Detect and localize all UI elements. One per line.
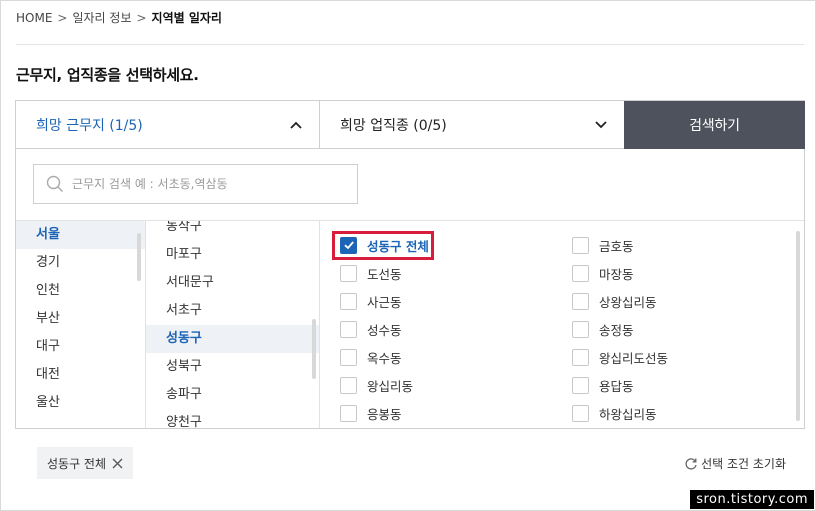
neighborhood-row: 사근동 상왕십리동 bbox=[340, 287, 780, 315]
checkbox[interactable] bbox=[340, 264, 357, 282]
neighborhood-label: 왕십리도선동 bbox=[599, 350, 669, 366]
checkbox[interactable] bbox=[340, 292, 357, 310]
neighborhood-label: 성수동 bbox=[367, 322, 402, 338]
region-item[interactable]: 대전 bbox=[16, 361, 145, 389]
region-item[interactable]: 부산 bbox=[16, 305, 145, 333]
neighborhood-option[interactable]: 송정동 bbox=[572, 315, 634, 343]
reset-button[interactable]: 선택 조건 초기화 bbox=[684, 455, 786, 472]
neighborhood-row: 왕십리동 용답동 bbox=[340, 371, 780, 399]
neighborhood-option[interactable]: 왕십리동 bbox=[340, 371, 413, 399]
checkbox[interactable] bbox=[572, 264, 589, 282]
selected-chip-label: 성동구 전체 bbox=[47, 456, 107, 471]
chevron-down-icon bbox=[595, 121, 607, 129]
filter-panel: 희망 근무지 (1/5) 희망 업직종 (0/5) 검색하기 서울경기인천부산대… bbox=[15, 100, 805, 429]
checkbox[interactable] bbox=[572, 236, 589, 254]
refresh-icon bbox=[685, 457, 697, 470]
neighborhood-list-scrollbar[interactable] bbox=[796, 231, 800, 421]
region-item[interactable]: 인천 bbox=[16, 277, 145, 305]
neighborhood-label: 마장동 bbox=[599, 266, 634, 282]
breadcrumb-job-info[interactable]: 일자리 정보 bbox=[72, 9, 131, 26]
reset-label: 선택 조건 초기화 bbox=[701, 457, 786, 471]
neighborhood-row: 응봉동 하왕십리동 bbox=[340, 399, 780, 427]
neighborhood-row: 성수동 송정동 bbox=[340, 315, 780, 343]
checkbox[interactable] bbox=[340, 376, 357, 394]
tab-job-label: 희망 업직종 (0/5) bbox=[340, 117, 447, 134]
checkbox[interactable] bbox=[340, 320, 357, 338]
search-button[interactable]: 검색하기 bbox=[624, 101, 805, 149]
neighborhood-option[interactable]: 사근동 bbox=[340, 287, 402, 315]
district-item[interactable]: 마포구 bbox=[146, 241, 319, 269]
region-item[interactable]: 울산 bbox=[16, 389, 145, 417]
neighborhood-label: 옥수동 bbox=[367, 350, 402, 366]
tab-location-label: 희망 근무지 (1/5) bbox=[36, 117, 143, 134]
tab-location[interactable]: 희망 근무지 (1/5) bbox=[16, 101, 320, 149]
region-list-scrollbar[interactable] bbox=[137, 233, 141, 281]
checkbox[interactable] bbox=[340, 348, 357, 366]
district-list: 동작구 마포구 서대문구 서초구 성동구 성북구 송파구 양천구 bbox=[146, 221, 320, 428]
neighborhood-option[interactable]: 옥수동 bbox=[340, 343, 402, 371]
neighborhood-option[interactable]: 성수동 bbox=[340, 315, 402, 343]
highlight-box bbox=[332, 231, 434, 260]
district-item[interactable]: 성동구 bbox=[146, 325, 319, 353]
checkbox[interactable] bbox=[572, 320, 589, 338]
neighborhood-option[interactable]: 도선동 bbox=[340, 259, 402, 287]
district-item[interactable]: 동작구 bbox=[146, 221, 319, 241]
neighborhood-list: 성동구 전체 금호동도선동 마장동사근동 상왕십리동성수동 송정동옥수동 왕십리도선동왕십… bbox=[320, 221, 804, 428]
neighborhood-label: 하왕십리동 bbox=[599, 406, 657, 422]
district-item[interactable]: 송파구 bbox=[146, 381, 319, 409]
neighborhood-option[interactable]: 하왕십리동 bbox=[572, 399, 657, 427]
neighborhood-option[interactable]: 마장동 bbox=[572, 259, 634, 287]
neighborhood-row: 옥수동 왕십리도선동 bbox=[340, 343, 780, 371]
neighborhood-label: 상왕십리동 bbox=[599, 294, 657, 310]
district-item[interactable]: 서초구 bbox=[146, 297, 319, 325]
region-list: 서울 경기 인천 부산 대구 대전 울산 bbox=[16, 221, 146, 428]
district-item[interactable]: 양천구 bbox=[146, 409, 319, 428]
region-item[interactable]: 서울 bbox=[16, 221, 145, 249]
watermark: sron.tistory.com bbox=[690, 490, 814, 509]
neighborhood-label: 응봉동 bbox=[367, 406, 402, 422]
location-search-input[interactable] bbox=[72, 177, 342, 191]
district-item[interactable]: 서대문구 bbox=[146, 269, 319, 297]
neighborhood-label: 송정동 bbox=[599, 322, 634, 338]
tab-job-category[interactable]: 희망 업직종 (0/5) bbox=[320, 101, 624, 149]
location-search-box[interactable] bbox=[33, 164, 358, 204]
checkbox[interactable] bbox=[572, 404, 589, 422]
district-list-scrollbar[interactable] bbox=[312, 319, 316, 379]
neighborhood-label: 금호동 bbox=[599, 238, 634, 254]
neighborhood-option[interactable]: 용답동 bbox=[572, 371, 634, 399]
breadcrumb-separator: > bbox=[57, 11, 68, 25]
neighborhood-label: 왕십리동 bbox=[367, 378, 414, 394]
checkbox[interactable] bbox=[340, 404, 357, 422]
close-icon[interactable] bbox=[112, 458, 123, 469]
selected-chip: 성동구 전체 bbox=[37, 447, 134, 479]
neighborhood-label: 용답동 bbox=[599, 378, 634, 394]
chevron-up-icon bbox=[290, 121, 302, 129]
neighborhood-row: 도선동 마장동 bbox=[340, 259, 780, 287]
checkbox[interactable] bbox=[572, 376, 589, 394]
search-icon bbox=[46, 175, 63, 192]
section-title: 근무지, 업직종을 선택하세요. bbox=[16, 66, 199, 84]
neighborhood-option[interactable]: 금호동 bbox=[572, 231, 634, 259]
neighborhood-label: 사근동 bbox=[367, 294, 402, 310]
neighborhood-row: 성동구 전체 금호동 bbox=[332, 231, 780, 260]
breadcrumb-home[interactable]: HOME bbox=[16, 11, 52, 25]
region-item[interactable]: 경기 bbox=[16, 249, 145, 277]
breadcrumb: HOME > 일자리 정보 > 지역별 일자리 bbox=[16, 9, 222, 26]
checkbox[interactable] bbox=[572, 292, 589, 310]
checkbox[interactable] bbox=[572, 348, 589, 366]
divider bbox=[16, 44, 804, 45]
region-item[interactable]: 대구 bbox=[16, 333, 145, 361]
neighborhood-option[interactable]: 응봉동 bbox=[340, 399, 402, 427]
district-item[interactable]: 성북구 bbox=[146, 353, 319, 381]
breadcrumb-separator: > bbox=[136, 11, 147, 25]
neighborhood-option[interactable]: 왕십리도선동 bbox=[572, 343, 668, 371]
neighborhood-option[interactable]: 상왕십리동 bbox=[572, 287, 657, 315]
neighborhood-label: 도선동 bbox=[367, 266, 402, 282]
breadcrumb-current: 지역별 일자리 bbox=[151, 11, 222, 25]
